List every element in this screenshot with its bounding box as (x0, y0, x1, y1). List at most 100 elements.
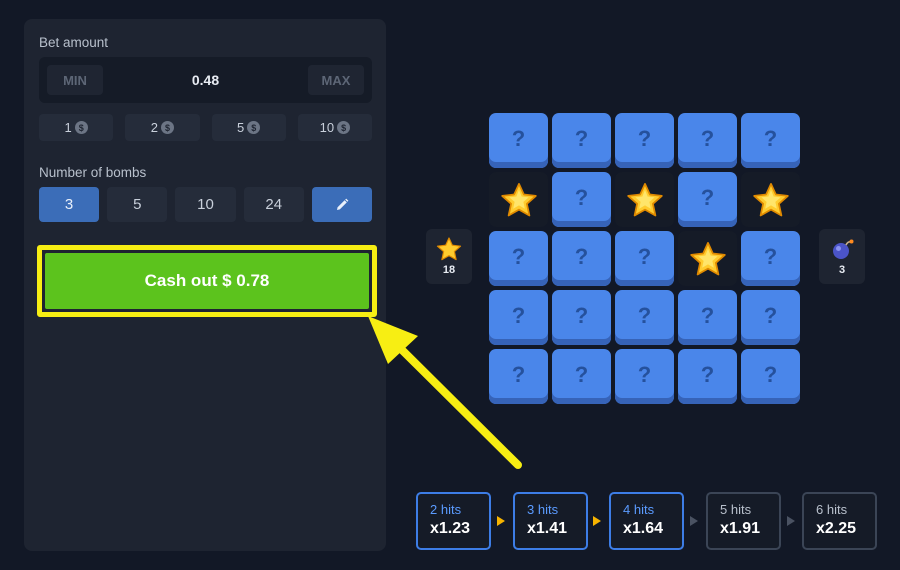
multiplier-hits: 6 hits (816, 502, 848, 517)
question-mark: ? (511, 243, 526, 269)
question-mark: ? (574, 302, 589, 328)
bomb-option-10[interactable]: 10 (175, 187, 236, 222)
bombs-count: 3 (838, 264, 846, 276)
step-arrow-icon (787, 516, 795, 526)
hidden-tile[interactable]: ? (741, 290, 800, 345)
hidden-tile[interactable]: ? (489, 231, 548, 286)
question-mark: ? (511, 125, 526, 151)
hidden-tile[interactable]: ? (489, 113, 548, 168)
revealed-star-tile[interactable] (741, 172, 800, 227)
question-mark: ? (763, 361, 778, 387)
multiplier-value: x1.41 (527, 520, 568, 537)
chip-button-10[interactable]: 10 $ (297, 114, 372, 141)
multiplier-value: x1.64 (623, 520, 664, 537)
hidden-tile[interactable]: ? (552, 172, 611, 227)
chip-button-2[interactable]: 2 $ (125, 114, 200, 141)
bomb-option-5[interactable]: 5 (107, 187, 168, 222)
hidden-tile[interactable]: ? (741, 349, 800, 404)
multiplier-card-5: 5 hits x1.91 (706, 492, 781, 550)
hidden-tile[interactable]: ? (615, 290, 674, 345)
star-icon (500, 182, 537, 216)
multiplier-hits: 3 hits (527, 502, 559, 517)
question-mark: ? (763, 125, 778, 151)
hidden-tile[interactable]: ? (678, 290, 737, 345)
multiplier-hits: 4 hits (623, 502, 655, 517)
multiplier-value: x2.25 (816, 520, 857, 537)
multiplier-value: x1.91 (720, 520, 761, 537)
control-panel: Bet amount MIN 0.48 MAX 1 $ 2 $ 5 $ 10 $… (24, 19, 386, 551)
question-mark: ? (700, 361, 715, 387)
bet-amount-input[interactable]: 0.48 (109, 65, 302, 95)
hidden-tile[interactable]: ? (615, 349, 674, 404)
max-button[interactable]: MAX (308, 65, 364, 95)
multiplier-card-6: 6 hits x2.25 (802, 492, 877, 550)
question-mark: ? (700, 184, 715, 210)
bombs-counter: 3 (819, 229, 865, 284)
multiplier-value: x1.23 (430, 520, 471, 537)
bet-chip-row: 1 $ 2 $ 5 $ 10 $ (39, 114, 372, 141)
multiplier-card-2: 2 hits x1.23 (416, 492, 491, 550)
question-mark: ? (637, 243, 652, 269)
coin-icon: $ (337, 121, 351, 134)
bomb-icon (833, 239, 854, 259)
revealed-star-tile[interactable] (489, 172, 548, 227)
question-mark: ? (763, 302, 778, 328)
cashout-highlight: Cash out $ 0.78 (37, 245, 377, 317)
bet-amount-field: MIN 0.48 MAX (39, 57, 372, 103)
multiplier-card-3: 3 hits x1.41 (513, 492, 588, 550)
step-arrow-icon (593, 516, 601, 526)
multiplier-hits: 5 hits (720, 502, 752, 517)
question-mark: ? (637, 361, 652, 387)
question-mark: ? (574, 125, 589, 151)
question-mark: ? (511, 302, 526, 328)
chip-value: 2 (150, 120, 158, 135)
hidden-tile[interactable]: ? (552, 349, 611, 404)
question-mark: ? (574, 361, 589, 387)
chip-button-1[interactable]: 1 $ (39, 114, 114, 141)
bet-amount-label: Bet amount (39, 35, 109, 50)
step-arrow-icon (497, 516, 505, 526)
question-mark: ? (763, 243, 778, 269)
hidden-tile[interactable]: ? (678, 349, 737, 404)
edit-bombs-button[interactable] (311, 187, 373, 222)
coin-icon: $ (247, 121, 261, 134)
stars-remaining-count: 18 (442, 264, 456, 276)
multiplier-card-4: 4 hits x1.64 (609, 492, 684, 550)
hidden-tile[interactable]: ? (489, 290, 548, 345)
question-mark: ? (637, 302, 652, 328)
bombs-label: Number of bombs (39, 165, 147, 180)
coin-icon: $ (74, 121, 88, 134)
star-icon (752, 182, 789, 216)
min-button[interactable]: MIN (47, 65, 103, 95)
hidden-tile[interactable]: ? (615, 113, 674, 168)
revealed-star-tile[interactable] (615, 172, 674, 227)
hidden-tile[interactable]: ? (615, 231, 674, 286)
pencil-icon (336, 198, 349, 210)
chip-button-5[interactable]: 5 $ (211, 114, 286, 141)
hidden-tile[interactable]: ? (552, 231, 611, 286)
star-icon (436, 237, 462, 261)
multiplier-hits: 2 hits (430, 502, 462, 517)
chip-value: 1 (64, 120, 72, 135)
star-icon (626, 182, 663, 216)
hidden-tile[interactable]: ? (741, 113, 800, 168)
hidden-tile[interactable]: ? (678, 113, 737, 168)
bomb-option-24[interactable]: 24 (243, 187, 304, 222)
question-mark: ? (574, 243, 589, 269)
hidden-tile[interactable]: ? (489, 349, 548, 404)
mines-grid: ????????????????????? (489, 113, 800, 404)
revealed-star-tile[interactable] (678, 231, 737, 286)
coin-icon: $ (160, 121, 174, 134)
hidden-tile[interactable]: ? (741, 231, 800, 286)
star-icon (689, 241, 726, 275)
question-mark: ? (574, 184, 589, 210)
bomb-option-3[interactable]: 3 (39, 187, 100, 222)
hidden-tile[interactable]: ? (552, 113, 611, 168)
question-mark: ? (637, 125, 652, 151)
cashout-button[interactable]: Cash out $ 0.78 (45, 253, 369, 309)
question-mark: ? (700, 125, 715, 151)
chip-value: 10 (319, 120, 335, 135)
hidden-tile[interactable]: ? (678, 172, 737, 227)
question-mark: ? (700, 302, 715, 328)
hidden-tile[interactable]: ? (552, 290, 611, 345)
